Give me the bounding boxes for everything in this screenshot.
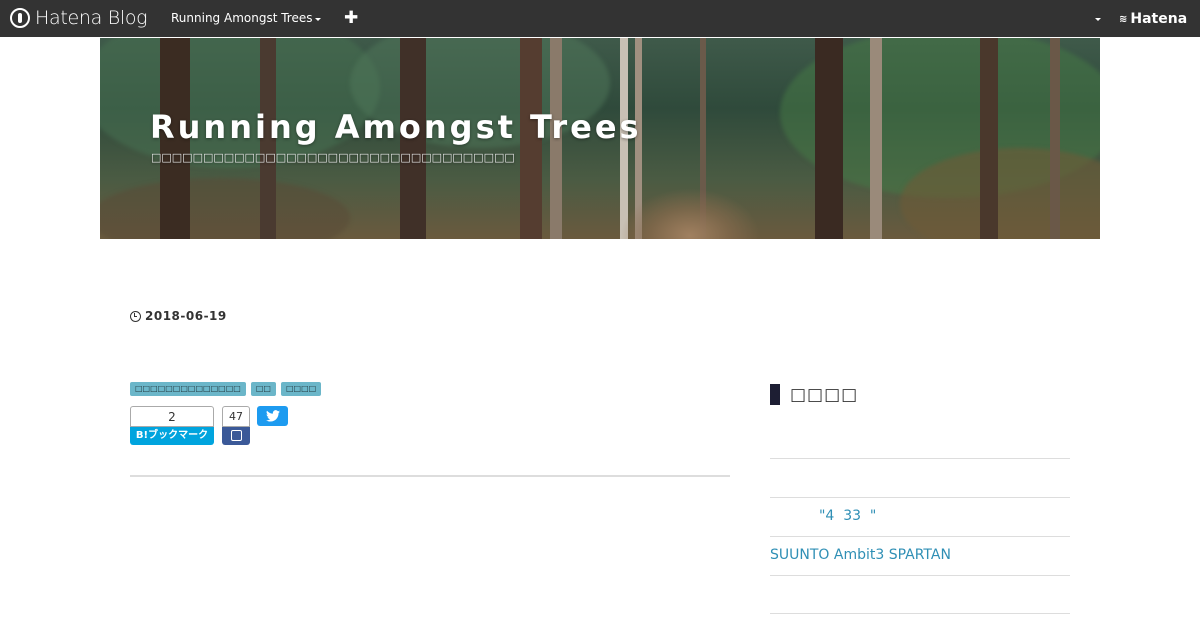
hatena-blog-brand: Hatena Blog [35, 7, 148, 29]
hatena-right-brand: Hatena [1130, 11, 1188, 27]
hatena-global-header: Hatena Blog Running Amongst Trees ✚ ≋ Ha… [0, 0, 1200, 37]
entry-divider [130, 475, 730, 477]
forest-trail [620, 188, 760, 239]
foliage-shape [100, 38, 380, 168]
hatena-blog-logo[interactable]: Hatena Blog [10, 7, 148, 29]
sidebar-divider [770, 497, 1070, 498]
sidebar-heading-accent [770, 384, 780, 405]
twitter-icon [265, 410, 280, 422]
blog-switcher-label: Running Amongst Trees [171, 11, 313, 25]
blog-description: □□□□□□□□□□□□□□□□□□□□□□□□□□□□□□□□□□□ [151, 151, 515, 164]
tree-trunk [980, 38, 998, 239]
hatena-logo-icon [10, 8, 30, 28]
sidebar-module-title: □□□□ [790, 384, 859, 405]
category-tag[interactable]: □□ [250, 382, 276, 396]
facebook-share-count: 47 [222, 406, 250, 427]
sidebar-divider [770, 613, 1070, 614]
sidebar-link[interactable]: SUUNTO Ambit3 SPARTAN [770, 547, 951, 563]
chevron-down-icon [315, 17, 322, 21]
facebook-icon [230, 430, 242, 441]
blog-title[interactable]: Running Amongst Trees [150, 108, 642, 146]
facebook-share-button[interactable]: 47 [222, 406, 250, 445]
tree-trunk [1050, 38, 1060, 239]
add-entry-button[interactable]: ✚ [344, 8, 358, 28]
blog-switcher-menu[interactable]: Running Amongst Trees [171, 11, 322, 25]
sidebar-divider [770, 575, 1070, 576]
blog-header-image: Running Amongst Trees □□□□□□□□□□□□□□□□□□… [100, 38, 1100, 239]
sidebar-link[interactable]: "4 33 " [770, 508, 876, 524]
entry-date-text: 2018-06-19 [145, 309, 227, 323]
hatena-wifi-icon: ≋ [1119, 13, 1128, 25]
sidebar-divider [770, 458, 1070, 459]
entry-date[interactable]: 2018-06-19 [130, 309, 227, 323]
user-menu-chevron-icon[interactable] [1095, 18, 1101, 21]
category-tag[interactable]: □□□□□□□□□□□□□□ [130, 382, 246, 396]
category-tag[interactable]: □□□□ [280, 382, 322, 396]
entry-categories: □□□□□□□□□□□□□□ □□ □□□□ [130, 382, 322, 396]
share-buttons: 2 B!ブックマーク 47 [130, 406, 288, 445]
foliage-shape [100, 178, 350, 239]
twitter-share-button[interactable] [257, 406, 288, 426]
tree-trunk [815, 38, 843, 239]
sidebar-divider [770, 536, 1070, 537]
clock-icon [130, 310, 141, 322]
hatena-bookmark-button[interactable]: 2 B!ブックマーク [130, 406, 214, 445]
hatena-bookmark-label: B!ブックマーク [130, 427, 214, 445]
tree-trunk [870, 38, 882, 239]
hatena-bookmark-count: 2 [130, 406, 214, 427]
facebook-icon-wrap [222, 427, 250, 445]
sidebar-module-header: □□□□ [770, 384, 858, 405]
hatena-portal-link[interactable]: ≋ Hatena [1119, 11, 1187, 27]
